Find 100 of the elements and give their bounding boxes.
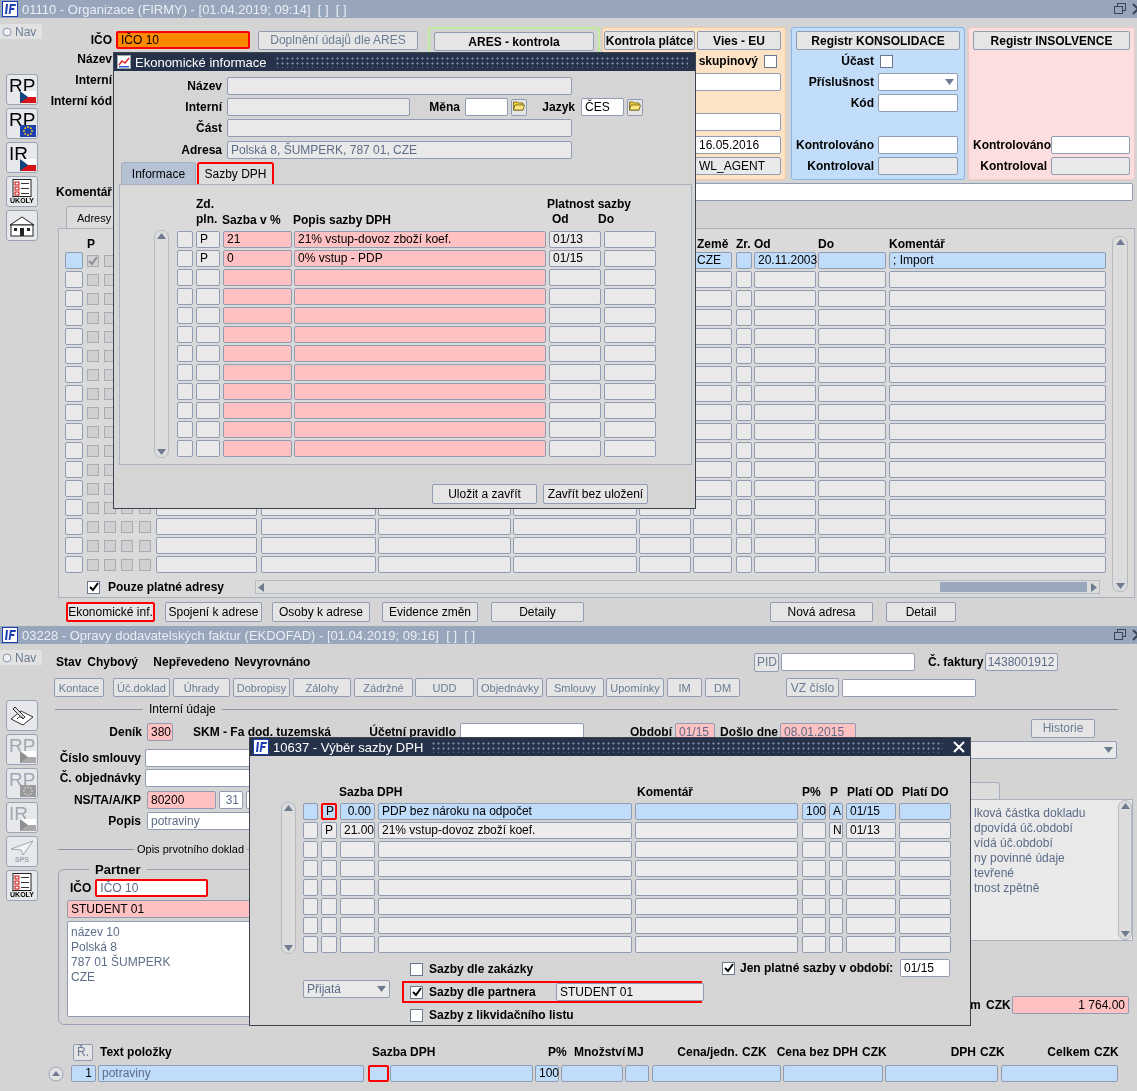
input-field[interactable]: STUDENT 01 xyxy=(556,983,704,1001)
input-field[interactable]: IČO 10 xyxy=(95,879,209,897)
tab[interactable]: Sazby DPH xyxy=(197,162,274,184)
input-field[interactable] xyxy=(227,77,572,95)
building-button[interactable] xyxy=(6,210,38,241)
input-field[interactable] xyxy=(227,98,410,116)
list-item[interactable]: lková částka dokladu xyxy=(974,806,1116,821)
row-selector[interactable] xyxy=(65,518,83,535)
row-selector[interactable] xyxy=(177,383,193,400)
row-selector[interactable] xyxy=(177,250,193,267)
row-number-button[interactable]: Ř. xyxy=(73,1043,93,1061)
row-selector[interactable] xyxy=(303,879,318,896)
nav-toggle[interactable]: Nav xyxy=(0,650,42,665)
row-selector[interactable] xyxy=(65,404,83,421)
action-button[interactable]: Evidence změn xyxy=(382,602,478,622)
dialog-button[interactable]: Zavřít bez uložení xyxy=(543,484,648,504)
checkbox[interactable] xyxy=(410,985,423,999)
row-selector[interactable] xyxy=(303,917,318,934)
checkbox[interactable] xyxy=(87,254,99,267)
input-field[interactable]: 1438001912 xyxy=(985,653,1059,671)
row-selector[interactable] xyxy=(303,803,318,820)
row-selector[interactable] xyxy=(65,537,83,554)
input-field[interactable] xyxy=(695,113,781,131)
input-field[interactable] xyxy=(878,94,958,112)
toolbar-button[interactable]: RP xyxy=(6,108,38,139)
row-selector[interactable] xyxy=(177,307,193,324)
signature-button[interactable] xyxy=(6,700,38,731)
nav-toggle[interactable]: Nav xyxy=(0,24,42,39)
tab[interactable]: Informace xyxy=(121,162,196,184)
input-field[interactable] xyxy=(465,98,508,116)
row-selector[interactable] xyxy=(65,423,83,440)
input-field[interactable]: WL_AGENT xyxy=(695,157,781,175)
ares-check-button[interactable]: ARES - kontrola xyxy=(434,32,594,51)
history-button[interactable]: Historie xyxy=(1031,718,1095,738)
row-selector[interactable] xyxy=(177,288,193,305)
row-selector[interactable] xyxy=(65,252,83,269)
input-field[interactable]: ČES xyxy=(581,98,624,116)
input-field[interactable]: IČO 10 xyxy=(116,31,250,49)
input-field[interactable]: 31 xyxy=(219,791,243,809)
row-selector[interactable] xyxy=(177,440,193,457)
scrollbar[interactable] xyxy=(255,580,1100,594)
row-selector[interactable] xyxy=(65,385,83,402)
scrollbar[interactable] xyxy=(154,230,169,458)
input-field[interactable] xyxy=(878,157,958,175)
row-selector[interactable] xyxy=(303,860,318,877)
input-field[interactable]: 380 xyxy=(147,723,173,741)
action-button[interactable]: Ekonomické inf. xyxy=(66,602,155,622)
checkbox[interactable] xyxy=(764,54,777,68)
row-selector[interactable] xyxy=(303,841,318,858)
list-item[interactable]: ny povinné údaje xyxy=(974,851,1116,866)
row-selector[interactable] xyxy=(65,328,83,345)
list-item[interactable]: vídá úč.období xyxy=(974,836,1116,851)
checkbox[interactable] xyxy=(722,961,735,975)
row-selector[interactable] xyxy=(65,556,83,573)
input-field[interactable]: 16.05.2016 xyxy=(695,136,781,154)
scrollbar[interactable] xyxy=(1118,800,1132,940)
row-selector[interactable] xyxy=(65,271,83,288)
input-field[interactable]: 1 764.00 xyxy=(1012,996,1129,1014)
row-selector[interactable] xyxy=(65,290,83,307)
row-selector[interactable] xyxy=(177,421,193,438)
input-field[interactable] xyxy=(695,73,781,91)
action-button[interactable]: Nová adresa xyxy=(770,602,873,622)
input-field[interactable] xyxy=(1051,136,1130,154)
row-selector[interactable] xyxy=(65,366,83,383)
action-button[interactable]: Detaily xyxy=(491,602,584,622)
scrollbar[interactable] xyxy=(1112,236,1128,592)
checkbox[interactable] xyxy=(87,580,100,594)
row-selector[interactable] xyxy=(65,309,83,326)
dialog-button[interactable]: Uložit a zavřít xyxy=(432,484,537,504)
toolbar-button[interactable]: RP xyxy=(6,74,38,105)
vz-button[interactable]: VZ číslo xyxy=(786,678,839,697)
insolvency-button[interactable]: Registr INSOLVENCE xyxy=(973,31,1130,50)
input-field[interactable] xyxy=(878,136,958,154)
folder-button[interactable] xyxy=(511,98,527,116)
row-selector[interactable] xyxy=(177,402,193,419)
list-item[interactable]: tevřené xyxy=(974,866,1116,881)
scroll-up-icon[interactable] xyxy=(48,1065,64,1082)
action-button[interactable]: Osoby k adrese xyxy=(272,602,370,622)
row-selector[interactable] xyxy=(65,480,83,497)
checkbox[interactable] xyxy=(410,1008,423,1022)
row-selector[interactable] xyxy=(177,326,193,343)
row-selector[interactable] xyxy=(177,345,193,362)
input-field[interactable]: Polská 8, ŠUMPERK, 787 01, CZE xyxy=(227,141,572,159)
pid-button[interactable]: PID xyxy=(754,652,780,672)
row-selector[interactable] xyxy=(177,231,193,248)
folder-button[interactable] xyxy=(627,98,643,116)
list-item[interactable]: tnost zpětně xyxy=(974,881,1116,896)
input-field[interactable]: 01/15 xyxy=(900,959,950,977)
check-button[interactable]: Kontrola plátce xyxy=(604,31,695,50)
ares-fill-button[interactable]: Doplnění údajů dle ARES xyxy=(258,30,418,50)
row-selector[interactable] xyxy=(177,269,193,286)
row-selector[interactable] xyxy=(303,936,318,953)
input-field[interactable] xyxy=(781,653,916,671)
list-item[interactable]: dpovídá úč.období xyxy=(974,821,1116,836)
consolidation-button[interactable]: Registr KONSOLIDACE xyxy=(796,31,960,50)
check-button[interactable]: Vies - EU xyxy=(697,31,781,50)
input-field[interactable] xyxy=(1051,157,1130,175)
input-field[interactable] xyxy=(227,119,572,137)
row-selector[interactable] xyxy=(177,364,193,381)
checkbox[interactable] xyxy=(410,962,423,976)
